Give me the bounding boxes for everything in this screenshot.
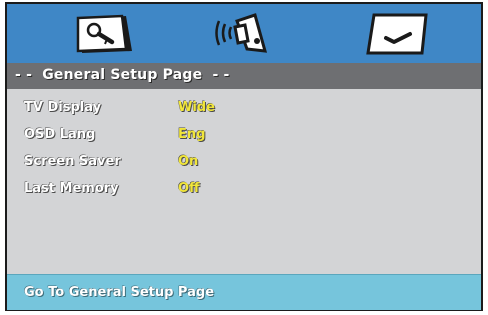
tab-preferences[interactable] — [357, 4, 437, 63]
setting-label: Screen Saver — [24, 154, 121, 169]
page-title-bar: - - General Setup Page - - — [7, 63, 481, 89]
setting-value[interactable]: Eng — [178, 127, 205, 142]
help-status-bar: Go To General Setup Page — [7, 274, 481, 310]
setting-row-last-memory[interactable]: Last Memory Off — [7, 179, 481, 199]
setting-label: TV Display — [24, 100, 102, 115]
tab-audio-setup[interactable] — [203, 4, 283, 63]
setting-value[interactable]: Off — [178, 181, 200, 196]
page-title: - - General Setup Page - - — [15, 67, 230, 83]
settings-list: TV Display Wide OSD Lang Eng Screen Save… — [7, 89, 481, 274]
setting-label: OSD Lang — [24, 127, 96, 142]
checkmark-preferences-icon — [364, 12, 430, 56]
help-text: Go To General Setup Page — [24, 285, 215, 300]
tab-general-setup[interactable] — [64, 4, 144, 63]
setting-label: Last Memory — [24, 181, 119, 196]
setting-row-osd-lang[interactable]: OSD Lang Eng — [7, 125, 481, 145]
speaker-audio-icon — [211, 11, 275, 57]
wrench-setup-icon — [72, 13, 136, 55]
setup-menu-window: - - General Setup Page - - TV Display Wi… — [5, 2, 483, 311]
setting-value[interactable]: Wide — [178, 100, 215, 115]
setting-row-tv-display[interactable]: TV Display Wide — [7, 98, 481, 118]
menu-tab-bar — [7, 4, 481, 64]
setting-value[interactable]: On — [178, 154, 198, 169]
setting-row-screen-saver[interactable]: Screen Saver On — [7, 152, 481, 172]
